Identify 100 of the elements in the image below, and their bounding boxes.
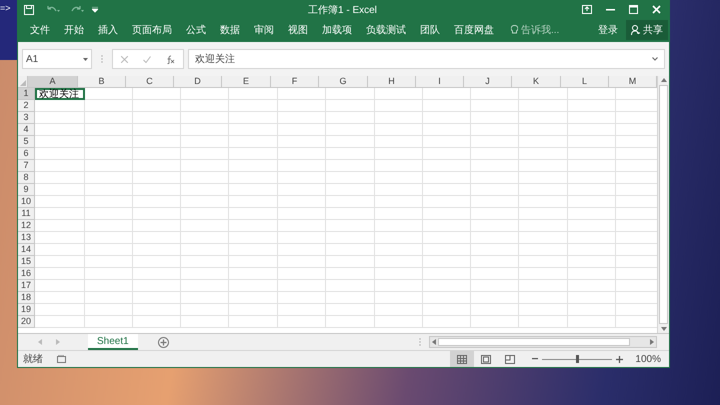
empty-cell[interactable] [568, 208, 616, 220]
empty-cell[interactable] [568, 160, 616, 172]
formula-field[interactable]: 欢迎关注 [188, 49, 665, 69]
row-header[interactable]: 18 [18, 292, 35, 304]
empty-cell[interactable] [181, 316, 229, 328]
empty-cell[interactable] [229, 160, 278, 172]
empty-cell[interactable] [568, 196, 616, 208]
empty-cell[interactable] [471, 304, 519, 316]
empty-cell[interactable] [133, 232, 181, 244]
empty-cell[interactable] [133, 268, 181, 280]
empty-cell[interactable] [423, 100, 471, 112]
empty-cell[interactable] [229, 148, 278, 160]
scroll-thumb[interactable] [659, 85, 668, 324]
empty-cell[interactable] [519, 112, 568, 124]
empty-cell[interactable] [519, 304, 568, 316]
empty-cell[interactable] [85, 148, 133, 160]
empty-cell[interactable] [519, 100, 568, 112]
empty-cell[interactable] [519, 280, 568, 292]
row-header[interactable]: 8 [18, 172, 35, 184]
empty-cell[interactable] [326, 112, 375, 124]
empty-cell[interactable] [181, 280, 229, 292]
column-header[interactable]: L [561, 76, 609, 87]
empty-cell[interactable] [326, 196, 375, 208]
empty-cell[interactable] [85, 196, 133, 208]
column-header[interactable]: B [78, 76, 126, 87]
empty-cell[interactable] [181, 208, 229, 220]
empty-cell[interactable] [519, 172, 568, 184]
empty-cell[interactable] [519, 220, 568, 232]
sign-in-link[interactable]: 登录 [598, 22, 618, 38]
empty-cell[interactable] [278, 208, 326, 220]
empty-cell[interactable] [85, 232, 133, 244]
maximize-icon[interactable] [629, 5, 638, 14]
empty-cell[interactable] [229, 208, 278, 220]
empty-cell[interactable] [568, 232, 616, 244]
empty-cell[interactable] [133, 148, 181, 160]
empty-cell[interactable] [568, 256, 616, 268]
empty-cell[interactable] [423, 220, 471, 232]
save-icon[interactable] [24, 4, 34, 14]
empty-cell[interactable] [181, 196, 229, 208]
empty-cell[interactable] [471, 88, 519, 100]
empty-cell[interactable] [568, 148, 616, 160]
empty-cell[interactable] [85, 208, 133, 220]
row-header[interactable]: 2 [18, 100, 35, 112]
empty-cell[interactable] [85, 268, 133, 280]
empty-cell[interactable] [423, 172, 471, 184]
empty-cell[interactable] [229, 280, 278, 292]
empty-cell[interactable] [229, 124, 278, 136]
empty-cell[interactable] [278, 232, 326, 244]
empty-cell[interactable] [229, 232, 278, 244]
empty-cell[interactable] [471, 172, 519, 184]
empty-cell[interactable] [278, 316, 326, 328]
customize-icon[interactable] [92, 6, 98, 12]
empty-cell[interactable] [278, 196, 326, 208]
ribbon-display-icon[interactable] [582, 5, 592, 14]
empty-cell[interactable] [229, 316, 278, 328]
empty-cell[interactable] [471, 112, 519, 124]
row-header[interactable]: 10 [18, 196, 35, 208]
empty-cell[interactable] [471, 184, 519, 196]
insert-function-icon[interactable] [166, 54, 176, 64]
empty-cell[interactable] [229, 220, 278, 232]
empty-cell[interactable] [326, 88, 375, 100]
ribbon-tab[interactable]: 页面布局 [125, 18, 179, 42]
row-header[interactable]: 16 [18, 268, 35, 280]
empty-cell[interactable] [278, 136, 326, 148]
empty-cell[interactable] [471, 196, 519, 208]
empty-cell[interactable] [326, 124, 375, 136]
vertical-scrollbar[interactable] [657, 76, 669, 333]
empty-cell[interactable] [181, 124, 229, 136]
empty-cell[interactable] [423, 244, 471, 256]
empty-cell[interactable] [568, 124, 616, 136]
horizontal-scroll-thumb[interactable] [438, 338, 630, 346]
normal-view-icon[interactable] [450, 351, 474, 367]
empty-cell[interactable] [229, 112, 278, 124]
empty-cell[interactable] [181, 304, 229, 316]
scroll-up-icon[interactable] [660, 78, 666, 82]
zoom-slider-thumb[interactable] [576, 355, 579, 363]
column-header[interactable]: A [28, 76, 78, 87]
ribbon-tab[interactable]: 团队 [413, 18, 447, 42]
empty-cell[interactable] [375, 112, 423, 124]
empty-cell[interactable] [375, 100, 423, 112]
empty-cell[interactable] [181, 112, 229, 124]
empty-cell[interactable] [568, 304, 616, 316]
ribbon-tab[interactable]: 审阅 [247, 18, 281, 42]
ribbon-tab[interactable]: 文件 [23, 18, 57, 42]
empty-cell[interactable] [278, 148, 326, 160]
empty-cell[interactable] [229, 100, 278, 112]
empty-cell[interactable] [375, 160, 423, 172]
empty-cell[interactable] [181, 244, 229, 256]
ribbon-tab[interactable]: 负载测试 [359, 18, 413, 42]
empty-cell[interactable] [133, 88, 181, 100]
empty-cell[interactable] [229, 304, 278, 316]
empty-cell[interactable] [181, 88, 229, 100]
empty-cell[interactable] [133, 208, 181, 220]
empty-cell[interactable] [133, 292, 181, 304]
empty-cell[interactable] [85, 316, 133, 328]
empty-cell[interactable] [133, 316, 181, 328]
empty-cell[interactable] [85, 112, 133, 124]
empty-cell[interactable] [568, 136, 616, 148]
empty-cell[interactable] [181, 184, 229, 196]
empty-cell[interactable] [85, 184, 133, 196]
